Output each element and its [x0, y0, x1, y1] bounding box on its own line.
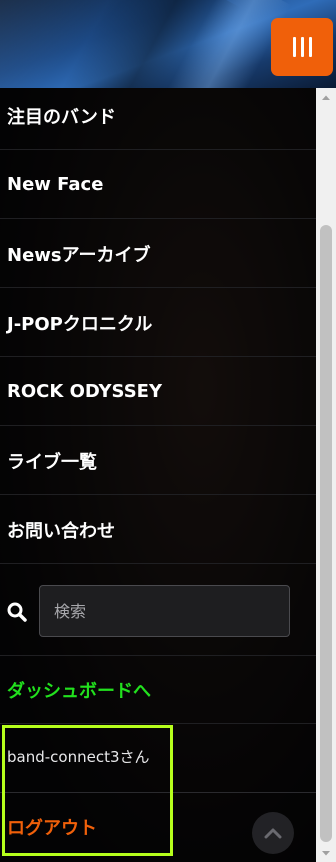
menu-toggle-button[interactable]	[271, 18, 333, 76]
search-row	[0, 568, 316, 656]
scrollbar-thumb[interactable]	[320, 225, 332, 842]
scroll-up-arrow[interactable]	[316, 88, 336, 106]
nav-item-new-face[interactable]: New Face	[0, 151, 316, 219]
triangle-up-icon	[322, 95, 330, 100]
nav-item-contact[interactable]: お問い合わせ	[0, 496, 316, 564]
chevron-up-icon	[264, 828, 282, 839]
nav-item-jpop-chronicle[interactable]: J-POPクロニクル	[0, 289, 316, 357]
scrollbar[interactable]	[316, 88, 336, 862]
back-to-top-button[interactable]	[252, 812, 294, 854]
logout-link[interactable]: ログアウト	[7, 814, 97, 840]
nav-item-rock-odyssey[interactable]: ROCK ODYSSEY	[0, 358, 316, 426]
nav-item-live-list[interactable]: ライブ一覧	[0, 427, 316, 495]
nav-item-featured-bands[interactable]: 注目のバンド	[0, 82, 316, 150]
scroll-down-arrow[interactable]	[316, 844, 336, 862]
triangle-down-icon	[322, 850, 330, 855]
hamburger-icon	[292, 37, 312, 57]
search-input[interactable]	[39, 585, 290, 637]
user-divider	[0, 792, 316, 793]
dashboard-link[interactable]: ダッシュボードへ	[0, 656, 316, 724]
search-icon[interactable]	[7, 602, 27, 622]
nav-item-news-archive[interactable]: Newsアーカイブ	[0, 220, 316, 288]
user-name: band-connect3さん	[7, 748, 150, 766]
page: 注目のバンド New Face Newsアーカイブ J-POPクロニクル ROC…	[0, 0, 336, 862]
